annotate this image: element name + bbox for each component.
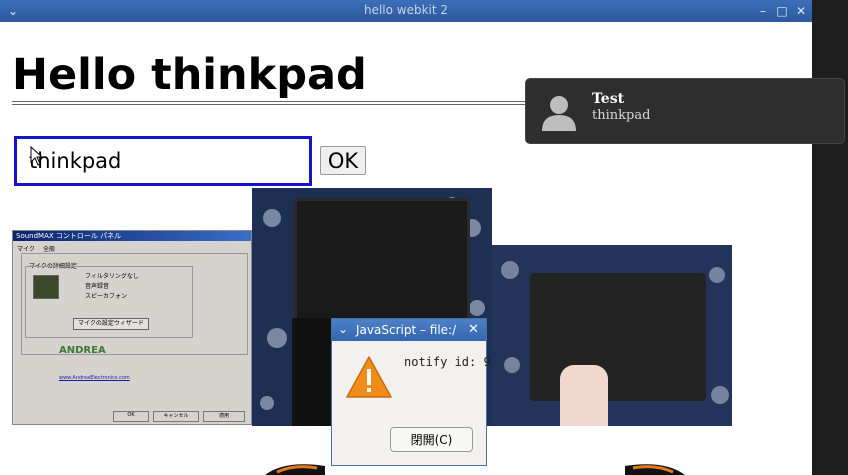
minimize-icon[interactable]: – [756, 4, 770, 18]
mouse-cursor-icon [30, 146, 44, 166]
img-tab: 全般 [43, 246, 56, 253]
desktop-background [812, 0, 848, 475]
chevron-down-icon[interactable]: ⌄ [338, 322, 348, 336]
img-cancel-button: キャンセル [153, 411, 199, 422]
ok-button[interactable]: OK [320, 146, 366, 175]
img-option: スピーカフォン [85, 293, 128, 300]
notification-bubble[interactable]: Test thinkpad [525, 78, 845, 144]
img-wizard-button: マイクの設定ウィザード [73, 318, 149, 330]
window-title: hello webkit 2 [363, 3, 449, 17]
warning-icon [346, 356, 392, 398]
img-tab: マイク [17, 246, 35, 253]
dialog-close-icon[interactable]: ✕ [468, 322, 479, 337]
img-titlebar: SoundMAX コントロール パネル [13, 231, 251, 241]
name-input[interactable] [14, 136, 312, 186]
javascript-alert-dialog: ⌄ JavaScript – file:/ ✕ notify id: 9 閉開(… [331, 318, 491, 466]
img-option: フィルタリングなし [85, 273, 139, 280]
title-bar[interactable]: ⌄ hello webkit 2 – □ ✕ [0, 0, 812, 22]
soundmax-screenshot-image: SoundMAX コントロール パネル マイク 全般 マイクの詳細設定 フィルタ… [12, 230, 252, 425]
andrea-logo-icon [33, 275, 59, 299]
browser-window: ⌄ hello webkit 2 – □ ✕ Hello thinkpad OK… [0, 0, 812, 475]
img-option: 音声録音 [85, 283, 110, 290]
notification-body: thinkpad [592, 108, 651, 123]
img-apply-button: 適用 [203, 411, 245, 422]
page-heading: Hello thinkpad [12, 50, 367, 100]
dialog-message: notify id: 9 [404, 355, 491, 369]
laptop-screen [294, 198, 470, 324]
user-avatar-icon [542, 96, 576, 131]
notification-title: Test [592, 91, 625, 107]
img-ok-button: OK [113, 411, 149, 422]
dialog-title: JavaScript – file:/ [356, 323, 457, 337]
laptop-lid [530, 273, 706, 401]
hand [560, 365, 608, 426]
dialog-titlebar[interactable]: ⌄ JavaScript – file:/ ✕ [332, 319, 486, 341]
thinkpad-closed-photo [492, 245, 732, 426]
img-link: www.AndreaElectronics.com [59, 375, 130, 381]
maximize-icon[interactable]: □ [775, 4, 789, 18]
img-brand: ANDREA [59, 345, 106, 356]
close-icon[interactable]: ✕ [794, 4, 808, 18]
dialog-close-button[interactable]: 閉開(C) [390, 427, 473, 452]
